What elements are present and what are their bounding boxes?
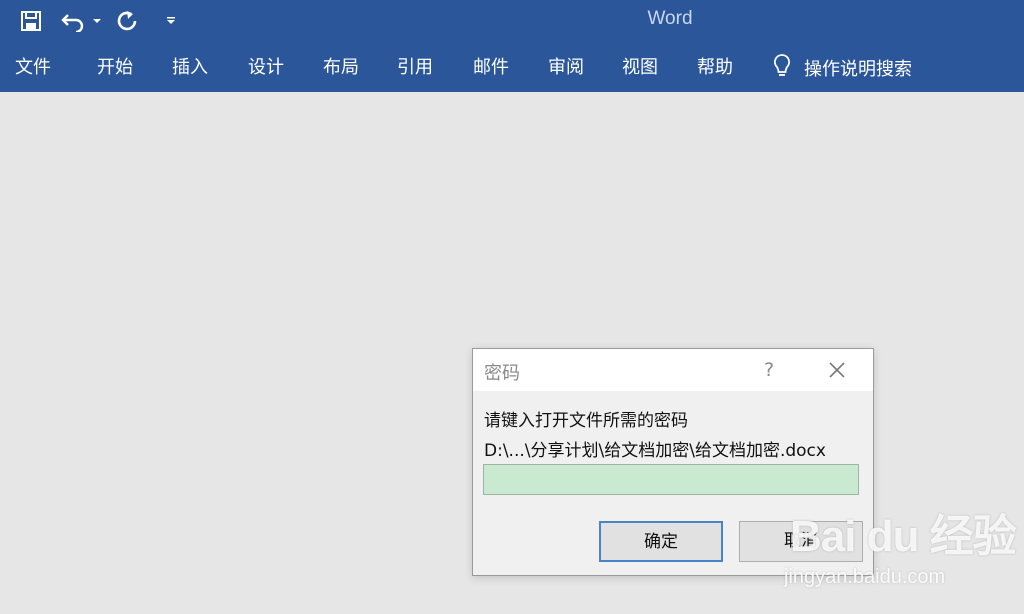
tab-file[interactable]: 文件: [15, 56, 51, 80]
password-prompt: 请键入打开文件所需的密码: [484, 411, 688, 431]
ribbon-tabs: 文件 开始 插入 设计 布局 引用 邮件 审阅 视图 帮助 操作说明搜索: [0, 44, 1024, 92]
close-icon[interactable]: [825, 358, 849, 382]
undo-dropdown-arrow-icon[interactable]: [90, 6, 104, 36]
tab-insert[interactable]: 插入: [172, 56, 208, 80]
redo-icon[interactable]: [114, 6, 140, 36]
tab-references[interactable]: 引用: [397, 56, 433, 80]
app-title: Word: [647, 8, 693, 29]
customize-qat-icon[interactable]: [162, 6, 180, 36]
lightbulb-icon: [772, 53, 804, 84]
save-icon[interactable]: [18, 6, 44, 36]
dialog-titlebar[interactable]: 密码 ?: [473, 349, 873, 391]
tab-view[interactable]: 视图: [622, 56, 658, 80]
password-dialog: 密码 ? 请键入打开文件所需的密码 D:\...\分享计划\给文档加密\给文档加…: [472, 348, 874, 576]
help-button[interactable]: ?: [759, 357, 779, 383]
ok-button[interactable]: 确定: [599, 521, 723, 562]
tab-home[interactable]: 开始: [97, 56, 133, 80]
title-bar: Word: [0, 0, 1024, 44]
tell-me-search[interactable]: 操作说明搜索: [772, 53, 912, 84]
tab-design[interactable]: 设计: [248, 56, 284, 80]
tab-review[interactable]: 审阅: [548, 56, 584, 80]
tab-layout[interactable]: 布局: [323, 56, 359, 80]
password-input[interactable]: [483, 464, 859, 495]
tab-help[interactable]: 帮助: [697, 56, 733, 80]
dialog-title: 密码: [484, 363, 520, 384]
tell-me-label: 操作说明搜索: [804, 59, 912, 80]
cancel-button[interactable]: 取消: [739, 521, 863, 562]
tab-mailings[interactable]: 邮件: [473, 56, 509, 80]
file-path: D:\...\分享计划\给文档加密\给文档加密.docx: [484, 441, 826, 461]
undo-icon[interactable]: [60, 6, 88, 36]
